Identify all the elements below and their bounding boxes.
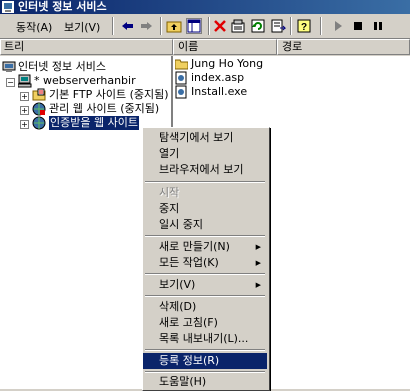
menu-item-export-list[interactable]: 목록 내보내기(L)... bbox=[143, 331, 267, 347]
file-name: Jung Ho Yong bbox=[191, 57, 264, 70]
menu-item-help[interactable]: 도움말(H) bbox=[143, 374, 267, 390]
menu-item-browse[interactable]: 브라우저에서 보기 bbox=[143, 162, 267, 178]
menu-item-label: 시작 bbox=[159, 186, 180, 199]
menu-separator bbox=[145, 371, 265, 373]
tree-item-label: * webserverhanbir bbox=[34, 74, 136, 87]
up-folder-icon[interactable] bbox=[166, 18, 182, 34]
tree-item-label: 기본 FTP 사이트 (중지됨) bbox=[49, 88, 169, 101]
menu-item-delete[interactable]: 삭제(D) bbox=[143, 299, 267, 315]
stop-icon[interactable] bbox=[350, 18, 366, 34]
menu-item-refresh[interactable]: 새로 고침(F) bbox=[143, 315, 267, 331]
menu-item-pause[interactable]: 일시 중지 bbox=[143, 217, 267, 233]
show-hide-tree-icon[interactable] bbox=[186, 18, 202, 34]
expand-icon[interactable]: + bbox=[20, 92, 29, 101]
menu-item-label: 열기 bbox=[159, 147, 180, 160]
menu-item-label: 새로 고침(F) bbox=[159, 316, 218, 329]
menu-item-label: 보기(V) bbox=[159, 278, 196, 291]
column-header-path[interactable]: 경로 bbox=[277, 39, 410, 55]
menu-item-view[interactable]: 보기(V) ▶ bbox=[143, 277, 267, 293]
menu-separator bbox=[145, 235, 265, 237]
column-header-name[interactable]: 이름 bbox=[173, 39, 277, 55]
menu-item-label: 일시 중지 bbox=[159, 218, 203, 231]
export-list-icon[interactable] bbox=[270, 18, 286, 34]
pause-icon[interactable] bbox=[370, 18, 386, 34]
tree-item-label: 관리 웹 사이트 (중지됨) bbox=[49, 102, 160, 115]
file-name: Install.exe bbox=[191, 85, 248, 98]
menu-item-stop[interactable]: 중지 bbox=[143, 201, 267, 217]
menu-separator bbox=[145, 181, 265, 183]
expand-icon[interactable]: + bbox=[20, 106, 29, 115]
menu-item-label: 브라우저에서 보기 bbox=[159, 163, 244, 176]
iis-icon bbox=[2, 1, 14, 13]
delete-icon[interactable] bbox=[212, 18, 228, 34]
menu-item-label: 목록 내보내기(L)... bbox=[159, 332, 249, 345]
menu-item-new[interactable]: 새로 만들기(N) ▶ bbox=[143, 239, 267, 255]
menu-item-label: 중지 bbox=[159, 202, 180, 215]
submenu-arrow-icon: ▶ bbox=[255, 281, 261, 289]
svg-text:?: ? bbox=[301, 22, 307, 33]
toolbar-separator bbox=[208, 17, 209, 35]
file-name: index.asp bbox=[191, 71, 245, 84]
properties-icon[interactable] bbox=[230, 18, 246, 34]
folder-icon bbox=[175, 59, 188, 70]
pane-headers: 트리 이름 경로 bbox=[0, 39, 410, 55]
menu-item-open[interactable]: 열기 bbox=[143, 146, 267, 162]
title-bar: 인터넷 정보 서비스 bbox=[0, 0, 410, 14]
menu-item-label: 도움말(H) bbox=[159, 375, 207, 388]
toolbar-separator bbox=[320, 17, 321, 35]
expand-icon[interactable]: + bbox=[20, 120, 29, 129]
tree-header: 트리 bbox=[0, 39, 173, 55]
menu-item-label: 모든 작업(K) bbox=[159, 256, 219, 269]
context-menu: 탐색기에서 보기 열기 브라우저에서 보기 시작 중지 일시 중지 새로 만들기… bbox=[142, 127, 270, 391]
menu-item-all-tasks[interactable]: 모든 작업(K) ▶ bbox=[143, 255, 267, 271]
ftp-site-icon bbox=[32, 88, 46, 101]
menu-view[interactable]: 보기(V) bbox=[64, 19, 100, 35]
menu-separator bbox=[145, 295, 265, 297]
tree-item-label: 인증받을 웹 사이트 bbox=[48, 115, 140, 131]
start-icon[interactable] bbox=[330, 18, 346, 34]
web-site-icon bbox=[32, 102, 46, 116]
back-arrow-icon[interactable] bbox=[120, 18, 136, 34]
refresh-icon[interactable] bbox=[250, 18, 266, 34]
menu-item-label: 탐색기에서 보기 bbox=[159, 131, 234, 144]
menu-action[interactable]: 동작(A) bbox=[16, 19, 52, 35]
web-site-icon bbox=[32, 116, 46, 130]
iis-icon bbox=[2, 61, 16, 72]
file-icon bbox=[175, 85, 187, 99]
toolbar: 동작(A) 보기(V) ? bbox=[0, 14, 410, 39]
menu-separator bbox=[145, 349, 265, 351]
toolbar-separator bbox=[112, 17, 113, 35]
file-icon bbox=[175, 71, 187, 85]
help-icon[interactable]: ? bbox=[296, 18, 312, 34]
menu-item-label: 삭제(D) bbox=[159, 300, 197, 313]
menu-separator bbox=[145, 273, 265, 275]
window-title: 인터넷 정보 서비스 bbox=[18, 0, 107, 13]
menu-item-label: 등록 정보(R) bbox=[159, 354, 220, 367]
toolbar-separator bbox=[290, 17, 291, 35]
tree-item-label: 인터넷 정보 서비스 bbox=[18, 60, 106, 73]
collapse-icon[interactable]: − bbox=[6, 78, 15, 87]
forward-arrow-icon[interactable] bbox=[138, 18, 154, 34]
menu-item-label: 새로 만들기(N) bbox=[159, 240, 230, 253]
menu-item-start: 시작 bbox=[143, 185, 267, 201]
computer-icon bbox=[18, 74, 32, 88]
submenu-arrow-icon: ▶ bbox=[255, 259, 261, 267]
submenu-arrow-icon: ▶ bbox=[255, 243, 261, 251]
menu-item-properties[interactable]: 등록 정보(R) bbox=[143, 353, 267, 369]
menu-item-explorer-view[interactable]: 탐색기에서 보기 bbox=[143, 130, 267, 146]
toolbar-separator bbox=[160, 17, 161, 35]
